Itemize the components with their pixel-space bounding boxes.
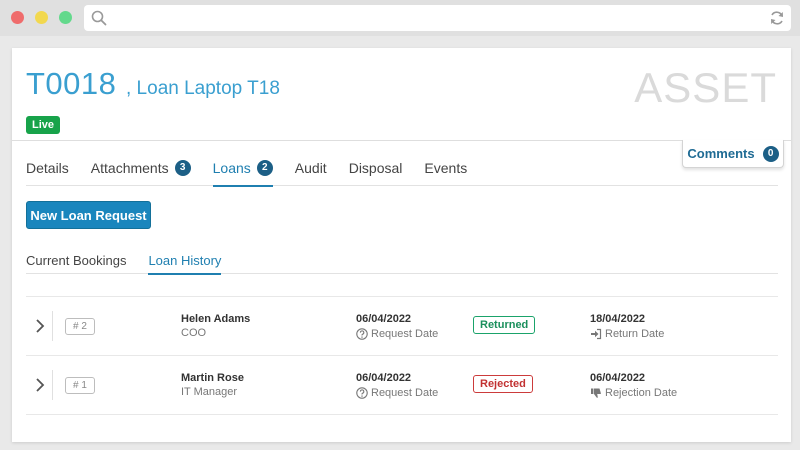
comments-label: Comments [687, 146, 755, 161]
attachments-count-badge: 3 [174, 160, 191, 176]
borrower-name: Martin Rose [181, 372, 244, 384]
asset-name: , Loan Laptop T18 [126, 78, 280, 99]
tab-events[interactable]: Events [424, 160, 467, 186]
status-badge: Live [26, 116, 61, 134]
new-loan-request-button[interactable]: New Loan Request [26, 201, 151, 229]
return-date-text: Return Date [605, 328, 665, 340]
loan-history-list: # 2 Helen Adams COO 06/04/2022 Request D… [26, 296, 778, 415]
rejection-date: 06/04/2022 [590, 372, 646, 384]
borrower-role: COO [181, 327, 207, 339]
request-date-text: Request Date [371, 328, 439, 340]
request-date: 06/04/2022 [356, 372, 412, 384]
question-circle-icon [356, 387, 368, 399]
tab-audit[interactable]: Audit [295, 160, 327, 186]
browser-chrome [0, 0, 800, 36]
window-maximize-button[interactable] [59, 11, 72, 24]
tab-label: Audit [294, 160, 327, 176]
tab-label: Disposal [348, 160, 403, 176]
chevron-right-icon[interactable] [33, 317, 47, 335]
loan-number: # 1 [65, 377, 95, 394]
asset-watermark: ASSET [634, 64, 777, 111]
loan-row: # 1 Martin Rose IT Manager 06/04/2022 Re… [26, 356, 778, 415]
return-date: 18/04/2022 [590, 313, 646, 325]
window-minimize-button[interactable] [35, 11, 48, 24]
borrower-role: IT Manager [181, 386, 238, 398]
reload-icon[interactable] [769, 10, 785, 26]
tab-label: Attachments [90, 160, 169, 176]
return-date-label: Return Date [590, 328, 664, 340]
tab-label: Loans [212, 160, 251, 176]
loans-count-badge: 2 [256, 160, 273, 176]
tab-disposal[interactable]: Disposal [349, 160, 403, 186]
request-date-label: Request Date [356, 328, 438, 340]
tab-loans[interactable]: Loans 2 [212, 160, 273, 187]
search-icon [91, 10, 107, 26]
chevron-right-icon[interactable] [33, 376, 47, 394]
rejection-date-label: Rejection Date [590, 387, 677, 399]
rejection-date-text: Rejection Date [605, 387, 678, 399]
question-circle-icon [356, 328, 368, 340]
thumbs-down-icon [591, 388, 601, 398]
asset-code: T0018 [26, 66, 117, 101]
row-divider [52, 370, 53, 400]
request-date-label: Request Date [356, 387, 438, 399]
request-date: 06/04/2022 [356, 313, 412, 325]
loan-subtabs: Current Bookings Loan History [26, 253, 778, 275]
loan-status-badge: Rejected [473, 375, 533, 393]
subtab-loan-history[interactable]: Loan History [148, 253, 221, 275]
asset-header: T0018 , Loan Laptop T18 Live ASSET [12, 48, 791, 141]
tab-label: Details [26, 160, 69, 176]
borrower-name: Helen Adams [181, 313, 251, 325]
loan-row: # 2 Helen Adams COO 06/04/2022 Request D… [26, 297, 778, 356]
window-close-button[interactable] [11, 11, 24, 24]
loan-status-badge: Returned [473, 316, 536, 334]
asset-tabs: Details Attachments 3 Loans 2 Audit Disp… [26, 160, 778, 187]
loan-number: # 2 [65, 318, 95, 335]
tab-details[interactable]: Details [26, 160, 69, 186]
subtab-current-bookings[interactable]: Current Bookings [26, 253, 126, 274]
address-bar[interactable] [84, 5, 791, 31]
sign-in-icon [591, 328, 602, 340]
tab-label: Events [424, 160, 468, 176]
row-divider [52, 311, 53, 341]
tab-attachments[interactable]: Attachments 3 [91, 160, 191, 186]
asset-panel: T0018 , Loan Laptop T18 Live ASSET Comme… [12, 48, 791, 442]
request-date-text: Request Date [371, 387, 439, 399]
